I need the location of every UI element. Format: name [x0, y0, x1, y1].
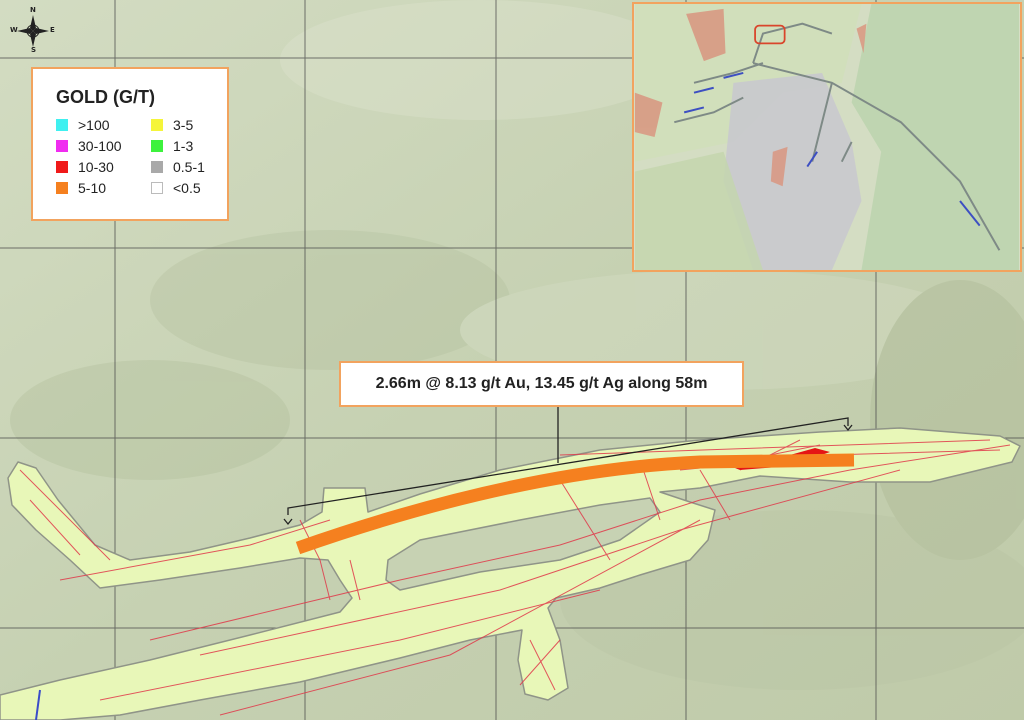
legend-swatch — [151, 161, 163, 173]
legend-label: <0.5 — [173, 180, 201, 196]
legend-swatch — [151, 140, 163, 152]
legend-label: 30-100 — [78, 138, 122, 154]
legend-label: 3-5 — [173, 117, 194, 133]
legend-swatch — [56, 140, 68, 152]
legend-label: 1-3 — [173, 138, 194, 154]
legend-swatch — [151, 119, 163, 131]
legend-label: >100 — [78, 117, 110, 133]
legend-item: 1-3 — [151, 138, 193, 154]
legend-swatch — [56, 161, 68, 173]
legend-label: 0.5-1 — [173, 159, 205, 175]
compass-west-label: W — [10, 26, 18, 34]
inset-map-svg — [634, 4, 1020, 270]
legend-item: 0.5-1 — [151, 159, 205, 175]
compass-south-label: S — [31, 46, 37, 54]
legend-item: >100 — [56, 117, 110, 133]
legend-label: 10-30 — [78, 159, 114, 175]
legend-swatch — [151, 182, 163, 194]
gold-grade-legend: GOLD (G/T) >100 30-100 10-30 5-10 3-5 1-3 0.5-… — [31, 67, 229, 221]
legend-item: <0.5 — [151, 180, 201, 196]
legend-label: 5-10 — [78, 180, 107, 196]
compass-north-label: N — [30, 6, 36, 14]
legend-item: 10-30 — [56, 159, 114, 175]
location-inset-map — [632, 2, 1022, 272]
legend-item: 3-5 — [151, 117, 193, 133]
legend-title: GOLD (G/T) — [56, 87, 155, 107]
legend-swatch — [56, 119, 68, 131]
compass-east-label: E — [50, 26, 55, 34]
legend-item: 30-100 — [56, 138, 122, 154]
intercept-callout-text: 2.66m @ 8.13 g/t Au, 13.45 g/t Ag along … — [375, 375, 708, 392]
intercept-callout: 2.66m @ 8.13 g/t Au, 13.45 g/t Ag along … — [339, 361, 744, 407]
north-arrow: N S W E — [10, 6, 56, 54]
legend-swatch — [56, 182, 68, 194]
legend-item: 5-10 — [56, 180, 106, 196]
